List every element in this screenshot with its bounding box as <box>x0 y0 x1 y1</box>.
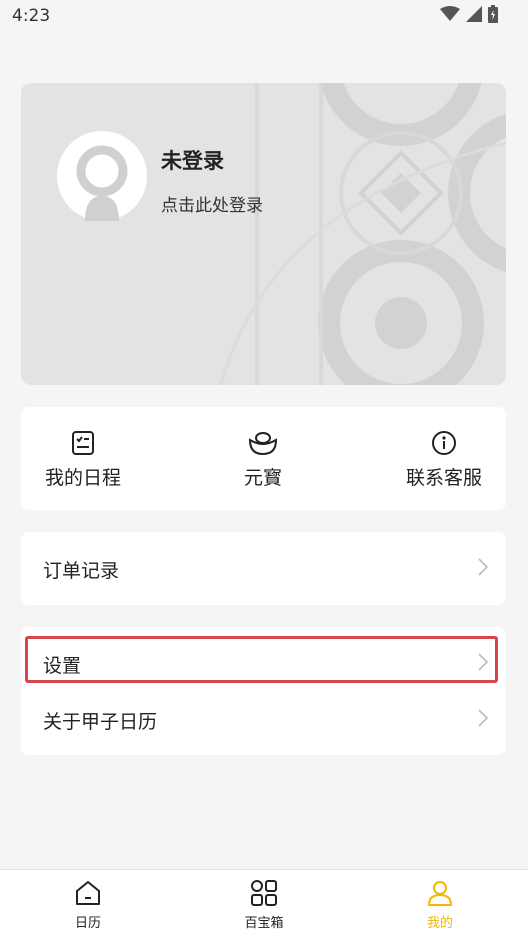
signal-icon <box>466 6 482 22</box>
wifi-icon <box>440 6 460 21</box>
tab-toolbox[interactable]: 百宝箱 <box>214 878 314 931</box>
status-bar: 4:23 <box>0 0 528 34</box>
shortcuts-panel: 我的日程 元寳 联系客服 <box>21 407 506 510</box>
status-icons <box>440 5 498 23</box>
login-hint[interactable]: 点击此处登录 <box>161 191 263 216</box>
ingot-icon <box>248 432 278 456</box>
tab-label: 百宝箱 <box>244 916 284 931</box>
menu-item-order-records[interactable]: 订单记录 <box>21 540 506 596</box>
battery-icon <box>488 5 498 23</box>
tab-mine[interactable]: 我的 <box>390 878 490 931</box>
orders-card: 订单记录 <box>21 532 506 605</box>
checklist-icon <box>72 431 94 455</box>
menu-item-about[interactable]: 关于甲子日历 <box>21 691 506 747</box>
tab-calendar[interactable]: 日历 <box>38 878 138 931</box>
card-pattern <box>219 83 506 385</box>
menu-item-label: 订单记录 <box>43 560 120 582</box>
home-icon <box>76 881 100 905</box>
shortcut-my-schedule[interactable]: 我的日程 <box>23 429 143 490</box>
user-icon <box>428 881 452 906</box>
status-time: 4:23 <box>12 6 51 26</box>
shortcut-label: 我的日程 <box>44 467 121 489</box>
shortcut-ingot[interactable]: 元寳 <box>203 429 323 490</box>
chevron-right-icon <box>478 558 488 576</box>
info-icon <box>432 431 456 455</box>
tab-label: 日历 <box>74 916 101 931</box>
settings-highlight-box <box>25 636 498 683</box>
grid-icon <box>251 880 277 906</box>
tab-label: 我的 <box>426 916 453 931</box>
menu-item-label: 关于甲子日历 <box>43 711 158 733</box>
avatar[interactable] <box>57 131 147 221</box>
bottom-tab-bar: 日历 百宝箱 我的 <box>0 869 528 940</box>
chevron-right-icon <box>478 709 488 727</box>
shortcut-label: 元寳 <box>243 467 282 489</box>
login-title: 未登录 <box>161 148 224 173</box>
profile-card[interactable]: 未登录 点击此处登录 <box>21 83 506 385</box>
shortcut-label: 联系客服 <box>405 467 482 489</box>
shortcut-customer-service[interactable]: 联系客服 <box>384 429 504 490</box>
